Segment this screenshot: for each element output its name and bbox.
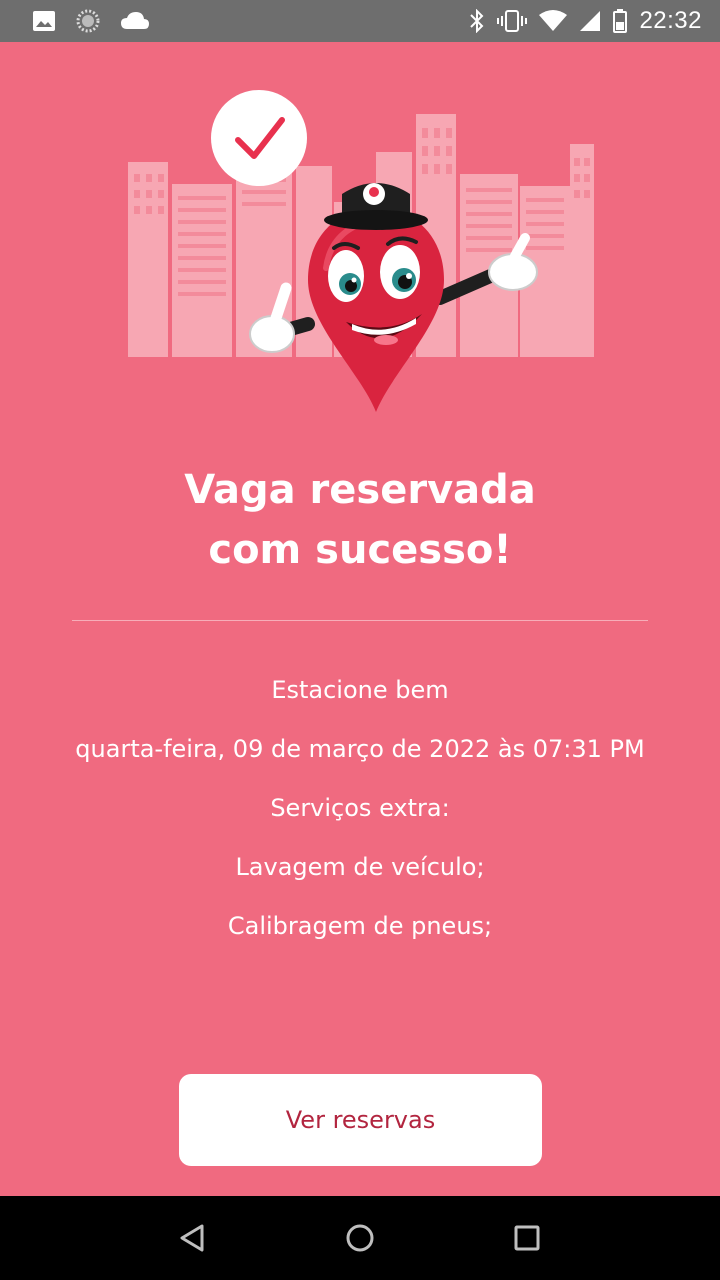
- loading-icon: [76, 9, 100, 33]
- wifi-icon: [539, 10, 568, 32]
- mascot-illustration: [120, 62, 600, 422]
- view-reservations-button[interactable]: Ver reservas: [179, 1074, 542, 1166]
- status-bar: 22:32: [0, 0, 720, 42]
- extras-label: Serviços extra:: [270, 794, 450, 822]
- vibrate-icon: [497, 9, 528, 33]
- recents-icon[interactable]: [497, 1208, 557, 1268]
- battery-icon: [613, 9, 628, 33]
- image-icon: [32, 10, 56, 32]
- title-line-1: Vaga reservada: [184, 467, 536, 513]
- status-time: 22:32: [639, 7, 702, 34]
- navigation-bar: [0, 1196, 720, 1280]
- reservation-datetime: quarta-feira, 09 de março de 2022 às 07:…: [75, 735, 645, 763]
- home-icon[interactable]: [330, 1208, 390, 1268]
- success-title: Vaga reservada com sucesso!: [0, 460, 720, 580]
- bluetooth-icon: [469, 9, 485, 33]
- extra-service-item: Lavagem de veículo;: [235, 853, 485, 881]
- subtitle: Estacione bem: [271, 676, 449, 704]
- extra-service-item: Calibragem de pneus;: [227, 912, 493, 940]
- signal-icon: [579, 10, 601, 32]
- main-content: Vaga reservada com sucesso! Estacione be…: [0, 42, 720, 1196]
- divider: [72, 620, 648, 621]
- cloud-icon: [120, 11, 150, 31]
- back-icon[interactable]: [163, 1208, 223, 1268]
- title-line-2: com sucesso!: [208, 527, 512, 573]
